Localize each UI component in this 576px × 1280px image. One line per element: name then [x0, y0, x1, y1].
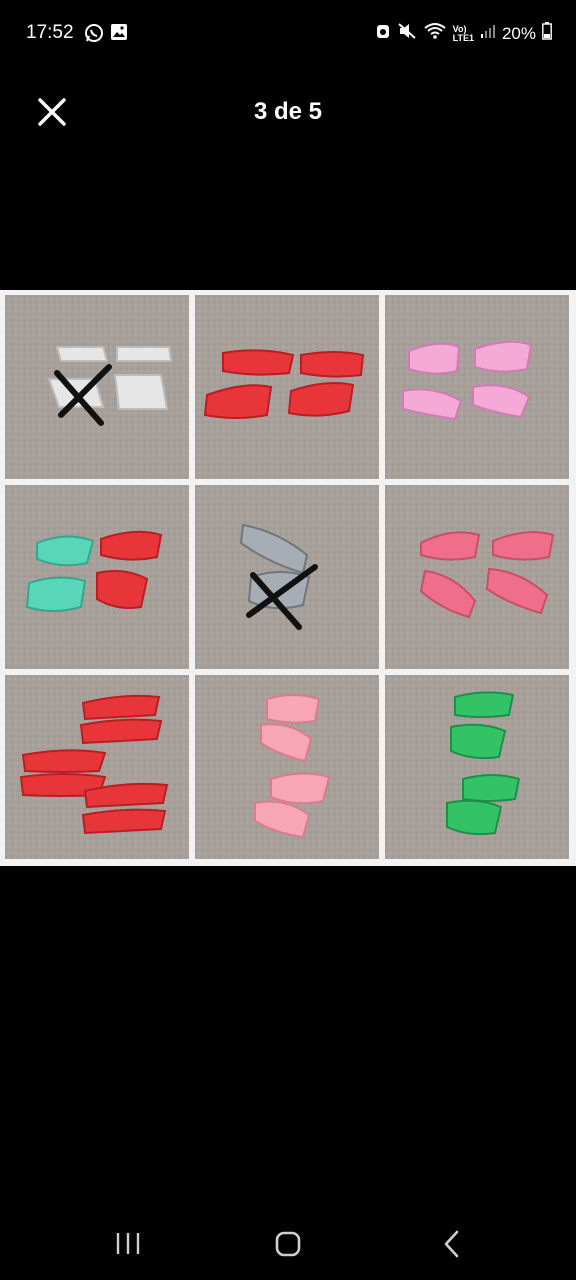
wifi-icon: [423, 22, 447, 45]
battery-icon: [542, 22, 552, 45]
viewer-top-bar: 3 de 5: [0, 66, 576, 160]
back-icon[interactable]: [432, 1224, 472, 1264]
photo-cell-pink-platforms: [195, 675, 379, 859]
alarm-icon: [375, 22, 391, 45]
status-bar: 17:52 Vo) LTE1 20%: [0, 0, 576, 66]
gallery-icon: [110, 23, 128, 48]
network-badge: Vo) LTE1: [452, 23, 474, 43]
photo-cell-salmon-heels: [385, 485, 569, 669]
photo-cell-green-shoes: [385, 675, 569, 859]
photo-cell-pink-sandals: [385, 295, 569, 479]
whatsapp-icon: [84, 23, 104, 48]
recents-icon[interactable]: [108, 1224, 148, 1264]
photo-cell-red-shoes: [195, 295, 379, 479]
photo-cell-mint-red-shoes: [5, 485, 189, 669]
status-time: 17:52: [26, 22, 74, 43]
photo-cell-silver-shoes: [195, 485, 379, 669]
battery-text: 20%: [501, 23, 536, 43]
signal-icon: [480, 23, 496, 44]
photo[interactable]: [0, 290, 576, 866]
image-counter: 3 de 5: [253, 98, 323, 125]
photo-cell-red-boots: [5, 675, 189, 859]
photo-cell-white-shoes: [5, 295, 189, 479]
home-icon[interactable]: [268, 1224, 308, 1264]
system-nav-bar: [0, 1200, 576, 1280]
mute-icon: [397, 22, 417, 45]
